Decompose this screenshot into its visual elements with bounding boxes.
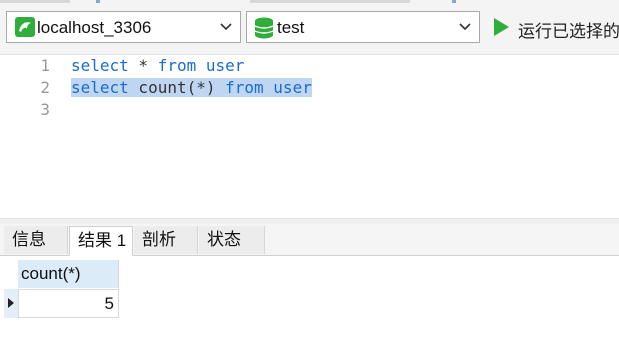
tab-status[interactable]: 状态 [199, 226, 265, 254]
chevron-down-icon [220, 23, 232, 31]
connection-select[interactable]: localhost_3306 [6, 11, 241, 43]
table-cell[interactable]: 5 [18, 289, 119, 318]
line-number-gutter: 1 2 3 [0, 55, 54, 218]
chevron-down-icon [459, 23, 471, 31]
tab-label: 信息 [12, 230, 46, 249]
tab-label: 状态 [207, 230, 241, 249]
tab-label: 剖析 [142, 230, 176, 249]
result-tab-bar: 信息 结果 1 剖析 状态 [0, 224, 619, 256]
toolbar-top-edge [0, 0, 619, 5]
selected-text: select count(*) from user [71, 78, 312, 97]
database-icon [254, 17, 274, 39]
line-number: 1 [40, 56, 50, 75]
sql-keyword: from [225, 78, 264, 97]
line-number: 2 [40, 78, 50, 97]
code-text: select * from user [71, 56, 244, 75]
tab-info[interactable]: 信息 [4, 226, 68, 254]
sql-editor[interactable]: 1 2 3 select * from user select count(*)… [0, 55, 619, 218]
sql-keyword: select [71, 56, 129, 75]
tab-result-1[interactable]: 结果 1 [69, 226, 133, 256]
row-indicator[interactable] [4, 289, 18, 318]
sql-keyword: user [273, 78, 312, 97]
tab-profile[interactable]: 剖析 [134, 226, 198, 254]
code-line[interactable]: select count(*) from user [71, 77, 312, 99]
mysql-connection-icon [15, 17, 35, 37]
toolbar: localhost_3306 test 运行已选择的 [0, 0, 619, 55]
sql-keyword: select [71, 78, 129, 97]
play-icon [494, 18, 509, 36]
run-selected-label: 运行已选择的 [518, 22, 619, 41]
sql-text: * [128, 56, 158, 75]
current-row-arrow-icon [8, 298, 14, 308]
code-line[interactable]: select * from user [71, 55, 244, 77]
database-select[interactable]: test [246, 11, 480, 43]
column-header[interactable]: count(*) [18, 260, 119, 288]
result-grid: count(*) 5 [0, 256, 619, 361]
sql-keyword: from [157, 56, 197, 75]
sql-text: count(*) [128, 78, 226, 97]
database-label: test [277, 18, 305, 37]
connection-label: localhost_3306 [37, 18, 152, 37]
tab-label: 结果 1 [78, 231, 127, 250]
sql-keyword: user [205, 56, 245, 75]
line-number: 3 [40, 100, 50, 119]
